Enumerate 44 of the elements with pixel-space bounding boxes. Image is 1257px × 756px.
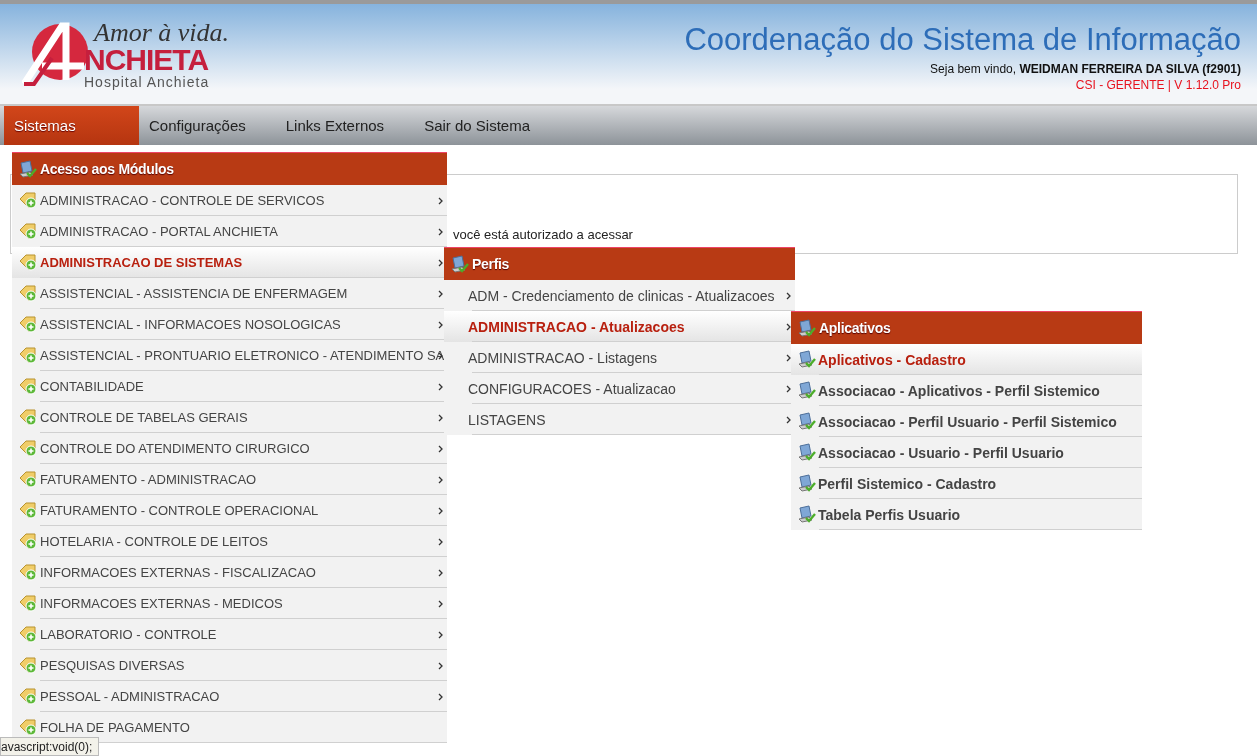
tag-icon (18, 717, 38, 738)
tag-icon (18, 376, 38, 397)
tag-icon (18, 252, 38, 273)
computer-icon (797, 474, 816, 493)
nav-tab[interactable]: Sistemas (4, 106, 139, 145)
computer-icon (797, 318, 816, 338)
tag-icon (18, 593, 38, 614)
computer-icon (797, 381, 816, 400)
logo-slogan: Amor à vida. (94, 20, 230, 46)
tag-icon (18, 190, 38, 211)
tag-icon (18, 624, 38, 645)
computer-icon (797, 443, 816, 462)
menu-title: Perfis (472, 256, 510, 272)
computer-icon (797, 350, 816, 369)
tag-icon (18, 407, 38, 428)
tag-icon (18, 438, 38, 459)
logo-name: NCHIETA (84, 46, 210, 74)
tag-icon (18, 500, 38, 521)
menu-item[interactable]: Aplicativos - Cadastro (791, 344, 1142, 375)
computer-icon (18, 159, 37, 179)
content-text: você está autorizado a acessar (453, 227, 633, 242)
welcome-text: Seja bem vindo, WEIDMAN FERREIRA DA SILVA (f2901) (930, 62, 1241, 76)
tag-icon (18, 283, 38, 304)
menu-title: Aplicativos (819, 320, 891, 336)
computer-icon (450, 254, 469, 274)
computer-icon (797, 412, 816, 431)
tag-icon (18, 221, 38, 242)
computer-icon (797, 505, 816, 524)
nav-tab[interactable]: Links Externos (275, 106, 395, 145)
tag-icon (18, 531, 38, 552)
nav-tab[interactable]: Sair do Sistema (414, 106, 540, 145)
logo-subtitle: Hospital Anchieta (84, 74, 211, 90)
tag-icon (18, 345, 38, 366)
tag-icon (18, 314, 38, 335)
nav-tab[interactable]: Configurações (139, 106, 256, 145)
tag-icon (18, 686, 38, 707)
tag-icon (18, 655, 38, 676)
tag-icon (18, 562, 38, 583)
menu-item[interactable]: ADMINISTRACAO DE SISTEMAS (12, 247, 447, 278)
role-version-text: CSI - GERENTE | V 1.12.0 Pro (1075, 78, 1241, 92)
page-title: Coordenação do Sistema de Informação (684, 22, 1241, 58)
tag-icon (18, 469, 38, 490)
status-url: avascript:void(0); (0, 737, 100, 756)
menu-title: Acesso aos Módulos (40, 161, 174, 177)
